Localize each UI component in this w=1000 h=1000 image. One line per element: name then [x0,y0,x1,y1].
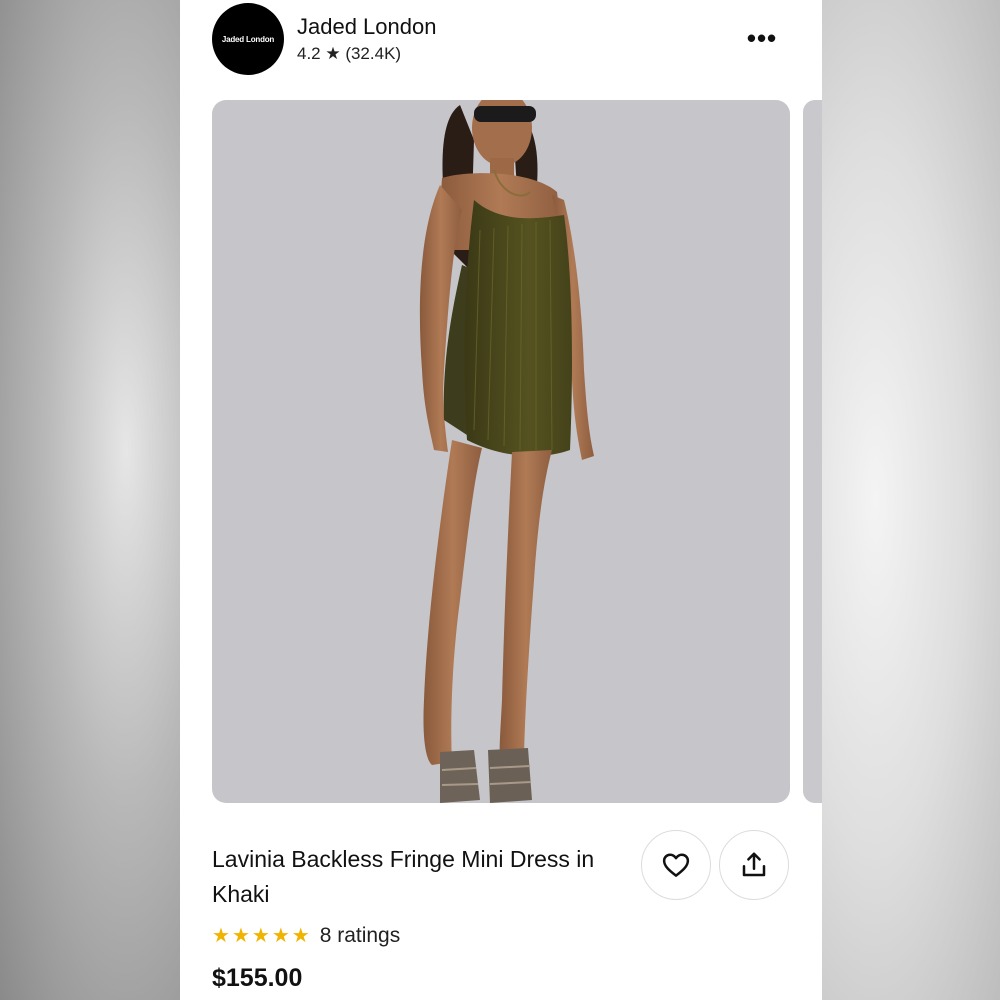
star-icon: ★ [251,925,270,947]
ratings-count: 8 ratings [319,924,401,947]
heart-icon [662,853,690,877]
shop-rating: 4.2 ★ (32.4K) [297,44,402,63]
share-button[interactable] [719,830,789,900]
product-rating[interactable]: ★ ★ ★ ★ ★ 8 ratings [212,922,400,950]
star-icon: ★ [291,925,310,947]
star-icon: ★ [231,925,250,947]
product-image[interactable] [212,100,790,803]
background-right [822,0,1000,1000]
shop-header: Jaded London Jaded London 4.2 ★ (32.4K) … [180,0,822,90]
product-price: $155.00 [212,964,303,992]
more-icon: ••• [746,22,778,53]
star-rating: ★ ★ ★ ★ ★ [212,926,310,946]
shop-logo[interactable]: Jaded London [212,3,284,75]
next-image-peek[interactable] [803,100,822,803]
background-left [0,0,180,1000]
more-options-button[interactable]: ••• [738,22,786,54]
phone-screen: Jaded London Jaded London 4.2 ★ (32.4K) … [180,0,822,1000]
favorite-button[interactable] [641,830,711,900]
star-icon: ★ [271,925,290,947]
shop-name[interactable]: Jaded London [297,14,436,40]
product-photo-illustration [419,100,594,803]
star-icon: ★ [212,925,230,947]
product-title: Lavinia Backless Fringe Mini Dress in Kh… [212,846,595,907]
share-icon [742,852,766,877]
